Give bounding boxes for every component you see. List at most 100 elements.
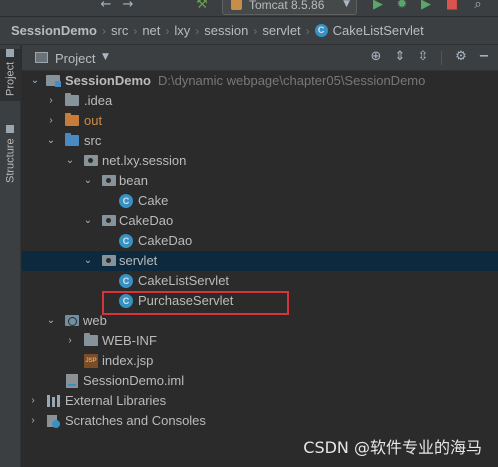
- tree-label: web: [83, 313, 107, 328]
- folder-icon: [65, 93, 79, 106]
- main-toolbar: ← → ⚒ Tomcat 8.5.86 ▼ ▶ ✹ ▶ ■ ⌕: [0, 0, 498, 17]
- breadcrumb-item-session[interactable]: session: [204, 23, 248, 38]
- tree-node-external-libraries[interactable]: › External Libraries: [22, 391, 498, 411]
- breadcrumb-item-class[interactable]: CakeListServlet: [333, 23, 424, 38]
- back-icon[interactable]: ←: [98, 0, 114, 13]
- chevron-down-icon[interactable]: ⌄: [45, 314, 57, 328]
- chevron-right-icon[interactable]: ›: [45, 114, 57, 128]
- tree-label: index.jsp: [102, 353, 154, 368]
- package-icon: [102, 175, 116, 186]
- source-folder-icon: [65, 133, 79, 146]
- class-icon: C: [314, 24, 328, 37]
- module-folder-icon: [46, 75, 61, 87]
- tree-label: External Libraries: [65, 393, 167, 408]
- tree-node-servlet[interactable]: ⌄ servlet: [22, 251, 498, 271]
- chevron-down-icon[interactable]: ▼: [102, 52, 109, 62]
- structure-tool-tab-label: Structure: [4, 138, 17, 183]
- tree-node-src[interactable]: ⌄ src: [22, 131, 498, 151]
- tree-label: CakeListServlet: [138, 273, 230, 288]
- project-tool-tab[interactable]: Project: [0, 49, 21, 101]
- run-icon[interactable]: ▶: [370, 0, 386, 13]
- tree-node-cakedao-class[interactable]: C CakeDao: [22, 231, 498, 251]
- package-icon: [84, 155, 98, 166]
- chevron-down-icon[interactable]: ⌄: [29, 74, 41, 88]
- tree-node-cake[interactable]: C Cake: [22, 191, 498, 211]
- tree-node-cakelistservlet[interactable]: C CakeListServlet: [22, 271, 498, 291]
- library-icon: [46, 394, 60, 408]
- expand-all-icon[interactable]: ⇕: [392, 49, 408, 65]
- class-icon: C: [119, 234, 133, 248]
- tree-label: Scratches and Consoles: [65, 413, 206, 428]
- tree-node-project-root[interactable]: ⌄ SessionDemo D:\dynamic webpage\chapter0…: [22, 71, 498, 91]
- breadcrumb-item-lxy[interactable]: lxy: [174, 23, 190, 38]
- tree-node-indexjsp[interactable]: JSP index.jsp: [22, 351, 498, 371]
- breadcrumb-item-project[interactable]: SessionDemo: [11, 23, 97, 38]
- breadcrumb-item-src[interactable]: src: [111, 23, 128, 38]
- tree-label: servlet: [119, 253, 158, 268]
- chevron-down-icon[interactable]: ⌄: [82, 254, 94, 268]
- tree-node-webinf[interactable]: › WEB-INF: [22, 331, 498, 351]
- tree-label: SessionDemo.iml: [83, 373, 185, 388]
- tree-label: out: [84, 113, 103, 128]
- breadcrumb-separator: ›: [305, 23, 310, 38]
- breadcrumb-separator: ›: [253, 23, 258, 38]
- chevron-right-icon[interactable]: ›: [27, 394, 39, 408]
- hide-icon[interactable]: −: [476, 49, 492, 65]
- highlight-annotation-box: [102, 291, 289, 315]
- breadcrumb-separator: ›: [195, 23, 200, 38]
- project-root-path: D:\dynamic webpage\chapter05\SessionDemo: [157, 73, 426, 88]
- chevron-right-icon[interactable]: ›: [27, 414, 39, 428]
- project-panel-header: Project ▼ ⊕ ⇕ ⇳ ⚙ −: [22, 45, 498, 71]
- build-hammer-icon[interactable]: ⚒: [194, 0, 210, 13]
- folder-icon: [6, 49, 15, 57]
- structure-tool-tab[interactable]: Structure: [0, 125, 21, 193]
- chevron-down-icon[interactable]: ⌄: [45, 134, 57, 148]
- tomcat-icon: [231, 0, 242, 10]
- chevron-down-icon[interactable]: ⌄: [64, 154, 76, 168]
- locate-icon[interactable]: ⊕: [368, 49, 384, 65]
- forward-icon[interactable]: →: [120, 0, 136, 13]
- toolbar-divider: [441, 51, 442, 65]
- tree-label: .idea: [84, 93, 113, 108]
- chevron-right-icon[interactable]: ›: [45, 94, 57, 108]
- tree-node-cakedao-package[interactable]: ⌄ CakeDao: [22, 211, 498, 231]
- project-tool-tab-label: Project: [4, 62, 17, 97]
- folder-icon: [84, 333, 98, 346]
- tree-node-iml[interactable]: SessionDemo.iml: [22, 371, 498, 391]
- breadcrumb-item-servlet[interactable]: servlet: [262, 23, 300, 38]
- structure-icon: [6, 125, 15, 133]
- gear-icon[interactable]: ⚙: [453, 49, 469, 65]
- project-tree: ⌄ SessionDemo D:\dynamic webpage\chapter0…: [22, 71, 498, 467]
- breadcrumb-separator: ›: [101, 23, 106, 38]
- tree-node-scratches[interactable]: › Scratches and Consoles: [22, 411, 498, 431]
- search-icon[interactable]: ⌕: [470, 0, 486, 13]
- collapse-all-icon[interactable]: ⇳: [415, 49, 431, 65]
- breadcrumb-item-net[interactable]: net: [142, 23, 160, 38]
- chevron-right-icon[interactable]: ›: [64, 334, 76, 348]
- package-icon: [102, 255, 116, 266]
- tree-node-package[interactable]: ⌄ net.lxy.session: [22, 151, 498, 171]
- panel-title[interactable]: Project: [55, 51, 95, 66]
- breadcrumb-separator: ›: [133, 23, 138, 38]
- class-icon: C: [119, 274, 133, 288]
- package-icon: [102, 215, 116, 226]
- watermark-text: CSDN @软件专业的海马: [303, 438, 482, 457]
- coverage-icon[interactable]: ▶: [418, 0, 434, 13]
- tree-node-out[interactable]: › out: [22, 111, 498, 131]
- tree-node-idea[interactable]: › .idea: [22, 91, 498, 111]
- debug-icon[interactable]: ✹: [394, 0, 410, 13]
- module-file-icon: [66, 374, 78, 388]
- breadcrumb-separator: ›: [165, 23, 170, 38]
- excluded-folder-icon: [65, 113, 79, 126]
- tree-node-bean[interactable]: ⌄ bean: [22, 171, 498, 191]
- chevron-down-icon[interactable]: ⌄: [82, 174, 94, 188]
- tree-label: src: [84, 133, 102, 148]
- run-configuration-dropdown[interactable]: Tomcat 8.5.86 ▼: [222, 0, 357, 15]
- web-folder-icon: [65, 315, 79, 326]
- project-root-label: SessionDemo: [65, 73, 151, 88]
- tree-label: net.lxy.session: [102, 153, 187, 168]
- stop-icon[interactable]: ■: [444, 0, 460, 13]
- chevron-down-icon[interactable]: ⌄: [82, 214, 94, 228]
- tree-label: bean: [119, 173, 148, 188]
- tree-label: CakeDao: [138, 233, 193, 248]
